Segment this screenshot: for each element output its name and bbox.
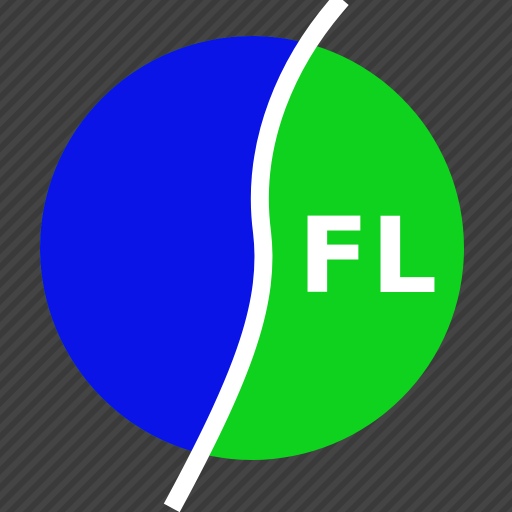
app-logo[interactable]: FL <box>0 0 512 512</box>
app-logo-icon: FL <box>0 0 512 512</box>
logo-text: FL <box>298 195 439 317</box>
